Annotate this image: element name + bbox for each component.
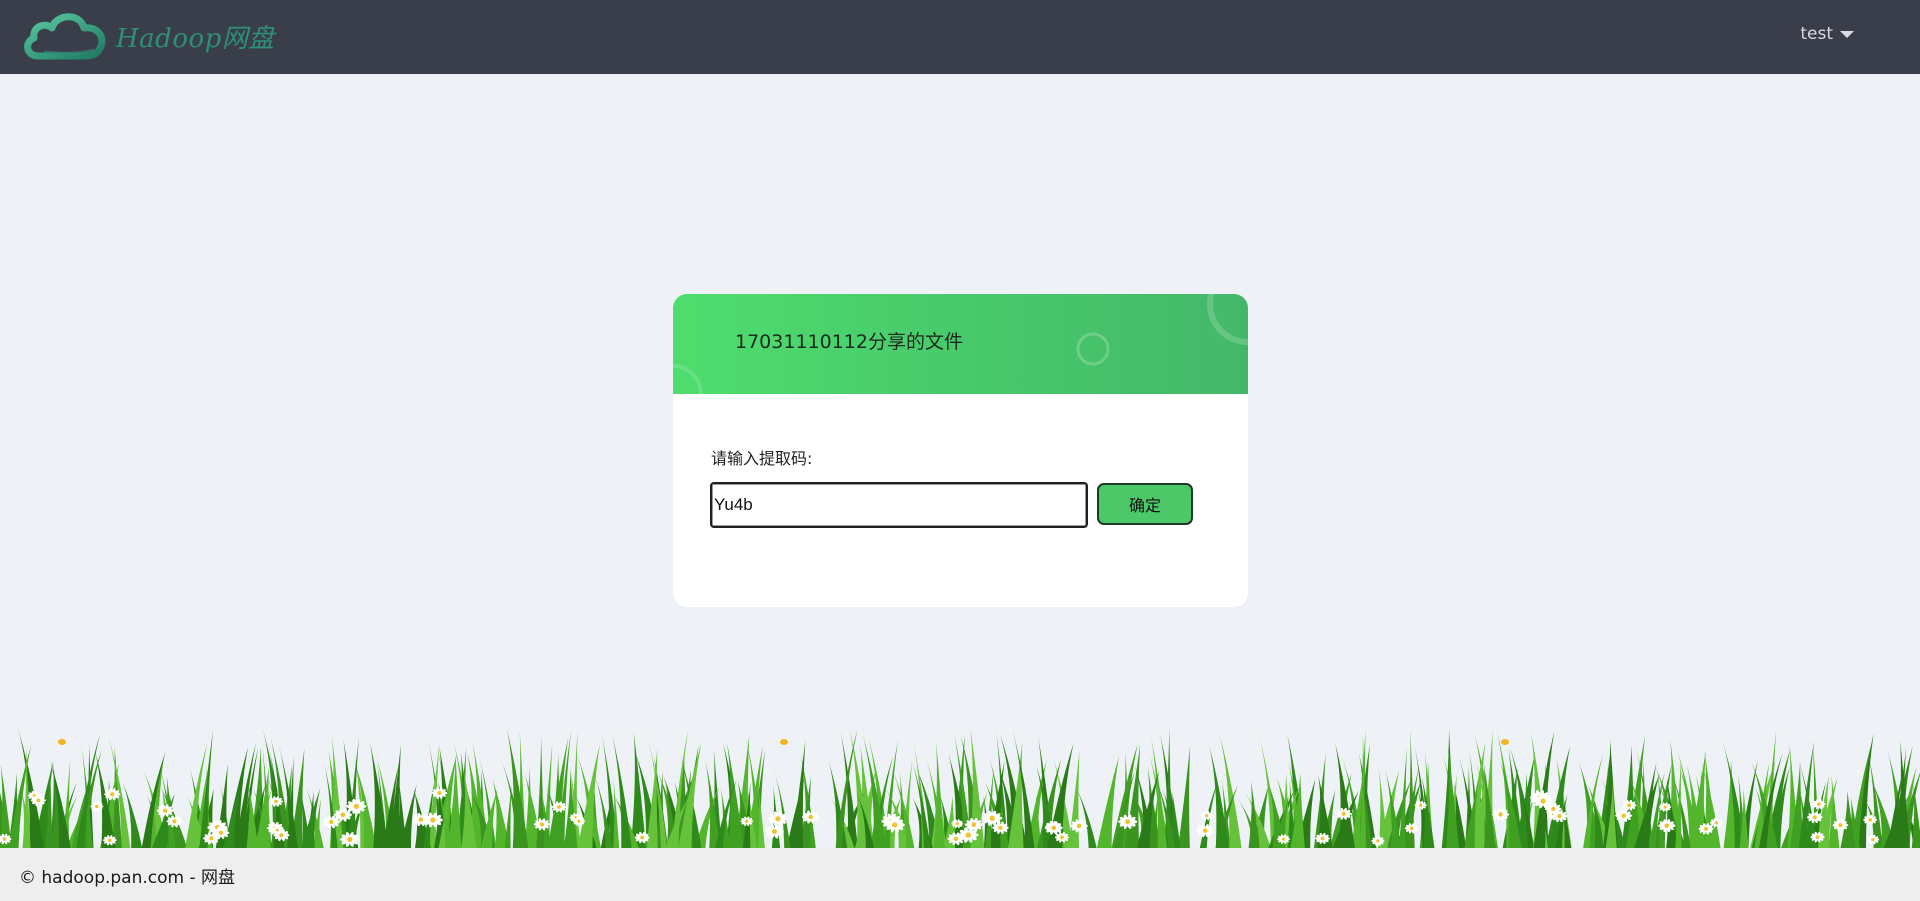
site-logo[interactable]: Hadoop网盘 xyxy=(22,8,275,64)
caret-down-icon xyxy=(1840,30,1854,38)
extraction-code-input[interactable] xyxy=(710,482,1088,528)
grass-decoration xyxy=(0,728,1920,848)
card-header: 17031110112分享的文件 xyxy=(673,294,1248,394)
page-footer: © hadoop.pan.com - 网盘 xyxy=(0,848,1920,901)
user-name: test xyxy=(1800,24,1833,44)
user-menu-dropdown[interactable]: test xyxy=(1800,24,1854,44)
top-navbar: Hadoop网盘 test xyxy=(0,0,1920,74)
share-title: 17031110112分享的文件 xyxy=(735,331,963,353)
extraction-code-label: 请输入提取码: xyxy=(711,449,813,468)
confirm-button[interactable]: 确定 xyxy=(1097,483,1193,525)
share-access-card: 17031110112分享的文件 请输入提取码: 确定 xyxy=(673,294,1248,607)
copyright-text: © hadoop.pan.com - 网盘 xyxy=(19,868,236,888)
logo-text: Hadoop网盘 xyxy=(116,23,275,54)
cloud-icon xyxy=(24,13,106,60)
